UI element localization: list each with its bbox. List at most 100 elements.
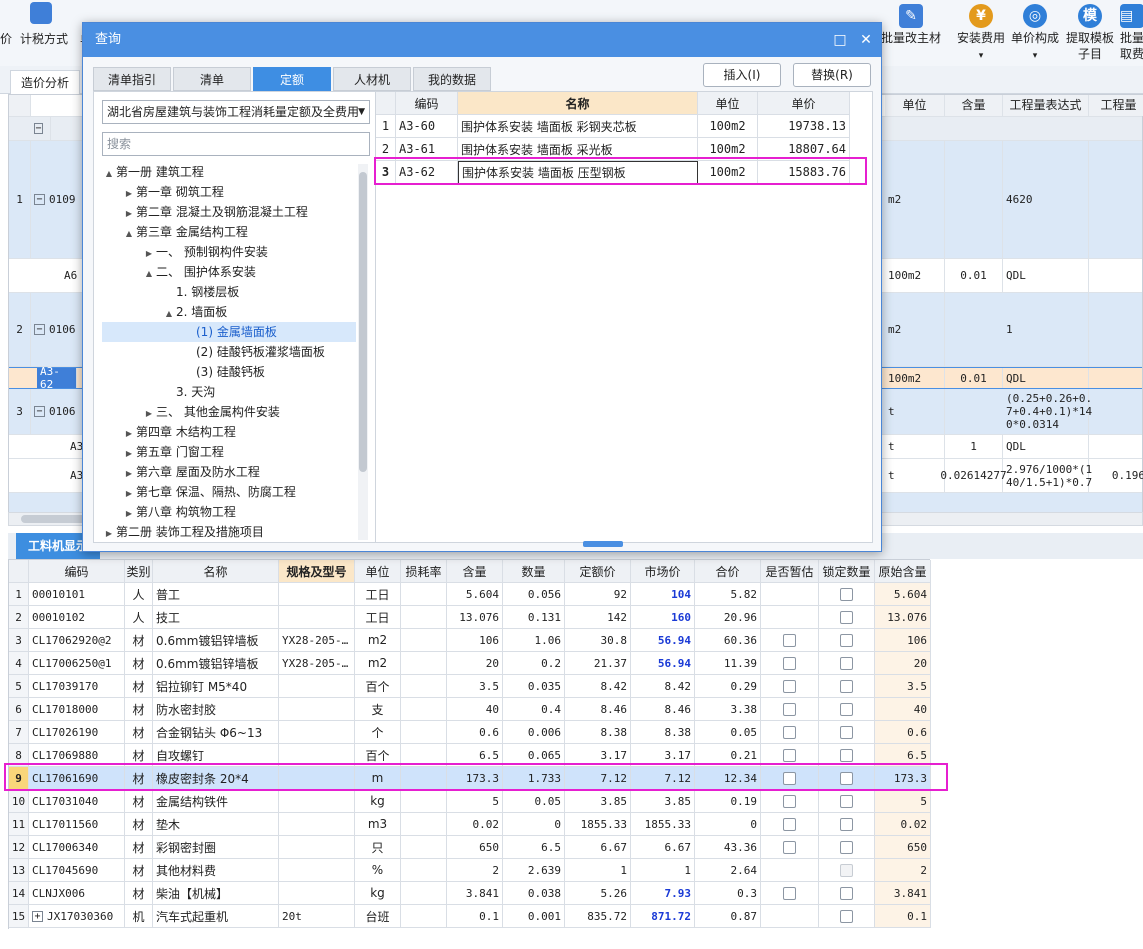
cell-spec[interactable]: [279, 721, 355, 744]
search-input[interactable]: 搜索: [102, 132, 370, 156]
table-row[interactable]: 7 CL17026190 材合金钢钻头 Φ6~13 个 0.6 0.006 8.38 8.38…: [9, 721, 931, 744]
lock-checkbox-cell[interactable]: [819, 652, 875, 675]
cell-market[interactable]: 56.94: [631, 652, 695, 675]
provisional-checkbox-cell[interactable]: [761, 606, 819, 629]
cell-market[interactable]: 1: [631, 859, 695, 882]
expand-icon[interactable]: ▶: [142, 244, 156, 264]
tree-node[interactable]: ▶ 第四章 木结构工程: [102, 422, 356, 442]
cell-market[interactable]: 6.67: [631, 836, 695, 859]
tab-bill-guide[interactable]: 清单指引: [93, 67, 171, 91]
col-content[interactable]: 含量: [447, 560, 503, 583]
table-row[interactable]: 1 00010101 人普工 工日 5.604 0.056 92 104 5.82 5.604: [9, 583, 931, 606]
extract-template-button[interactable]: 模 提取模板 子目: [1064, 0, 1116, 64]
cell-spec[interactable]: [279, 813, 355, 836]
cell-market[interactable]: 160: [631, 606, 695, 629]
col-name[interactable]: 名称: [153, 560, 279, 583]
pane-splitter-handle[interactable]: [583, 541, 623, 547]
table-row[interactable]: 10 CL17031040 材金属结构铁件 kg 5 0.05 3.85 3.85 0.19 5: [9, 790, 931, 813]
tab-bill[interactable]: 清单: [173, 67, 251, 91]
lock-quantity-checkbox[interactable]: [840, 886, 853, 900]
expand-icon[interactable]: ▶: [122, 504, 136, 524]
tab-labor-material[interactable]: 人材机: [333, 67, 411, 91]
tree-node[interactable]: 3. 天沟: [102, 382, 356, 402]
col-quantity[interactable]: 数量: [503, 560, 565, 583]
tree-node[interactable]: ▲ 第一册 建筑工程: [102, 162, 356, 182]
collapse-icon[interactable]: −: [34, 324, 45, 335]
provisional-checkbox[interactable]: [783, 725, 796, 739]
provisional-checkbox-cell[interactable]: [761, 629, 819, 652]
provisional-checkbox-cell[interactable]: [761, 836, 819, 859]
tree-node[interactable]: ▶ 三、 其他金属构件安装: [102, 402, 356, 422]
cell-market[interactable]: 56.94: [631, 629, 695, 652]
cell-market[interactable]: 3.85: [631, 790, 695, 813]
provisional-checkbox-cell[interactable]: [761, 859, 819, 882]
tree-node[interactable]: ▶ 第七章 保温、隔热、防腐工程: [102, 482, 356, 502]
cell-spec[interactable]: [279, 675, 355, 698]
table-row[interactable]: 9 CL17061690 材橡皮密封条 20*4 m 173.3 1.733 7.12 7.1…: [9, 767, 931, 790]
cell-market[interactable]: 8.38: [631, 721, 695, 744]
col-market-price[interactable]: 市场价: [631, 560, 695, 583]
tree-node[interactable]: ▶ 第八章 构筑物工程: [102, 502, 356, 522]
col-quantity[interactable]: 含量: [945, 95, 1003, 116]
table-row[interactable]: 11 CL17011560 材垫木 m3 0.02 0 1855.33 1855.33 0 0.0…: [9, 813, 931, 836]
toolbar-item-price[interactable]: 价: [0, 30, 12, 47]
col-total[interactable]: 合价: [695, 560, 761, 583]
expand-icon[interactable]: ▶: [102, 524, 116, 542]
provisional-checkbox-cell[interactable]: [761, 583, 819, 606]
cell-spec[interactable]: YX28-205-…: [279, 652, 355, 675]
col-spec[interactable]: 规格及型号: [279, 560, 355, 583]
cell-spec[interactable]: [279, 882, 355, 905]
tree-node[interactable]: ▲ 2. 墙面板: [102, 302, 356, 322]
tree-node[interactable]: ▶ 第五章 门窗工程: [102, 442, 356, 462]
collapse-icon[interactable]: −: [34, 194, 45, 205]
tree-node[interactable]: ▶ 第一章 砌筑工程: [102, 182, 356, 202]
tab-my-data[interactable]: 我的数据: [413, 67, 491, 91]
provisional-checkbox-cell[interactable]: [761, 767, 819, 790]
provisional-checkbox[interactable]: [783, 886, 796, 900]
table-row[interactable]: 1 A3-60 围护体系安装 墙面板 彩钢夹芯板 100m2 19738.13: [376, 115, 850, 138]
cell-market[interactable]: 7.12: [631, 767, 695, 790]
batch-fee-button[interactable]: ▤ 批量 取费: [1120, 0, 1143, 64]
lock-checkbox-cell[interactable]: [819, 606, 875, 629]
cell-spec[interactable]: [279, 698, 355, 721]
lock-checkbox-cell[interactable]: [819, 675, 875, 698]
lock-checkbox-cell[interactable]: [819, 790, 875, 813]
close-icon[interactable]: ✕: [853, 23, 879, 57]
collapse-icon[interactable]: −: [34, 123, 43, 134]
cell-market[interactable]: 7.93: [631, 882, 695, 905]
replace-button[interactable]: 替换(R): [793, 63, 871, 87]
table-row[interactable]: 14 CLNJX006 材柴油【机械】 kg 3.841 0.038 5.26 7.93 0.3…: [9, 882, 931, 905]
tab-cost-analysis[interactable]: 造价分析: [10, 70, 81, 94]
expand-icon[interactable]: ▶: [142, 404, 156, 424]
provisional-checkbox-cell[interactable]: [761, 652, 819, 675]
provisional-checkbox[interactable]: [783, 840, 796, 854]
col-type[interactable]: 类别: [125, 560, 153, 583]
lock-checkbox-cell[interactable]: [819, 882, 875, 905]
expand-icon[interactable]: ▶: [122, 444, 136, 464]
provisional-checkbox-cell[interactable]: [761, 744, 819, 767]
tree-node[interactable]: (1) 金属墙面板: [102, 322, 356, 342]
lock-quantity-checkbox[interactable]: [840, 610, 853, 624]
lock-quantity-checkbox[interactable]: [840, 587, 853, 601]
col-original-content[interactable]: 原始含量: [875, 560, 931, 583]
col-name[interactable]: 名称: [458, 92, 698, 115]
lock-checkbox-cell[interactable]: [819, 836, 875, 859]
scrollbar-thumb[interactable]: [359, 172, 367, 472]
table-row[interactable]: 3 CL17062920@2 材 0.6mm镀铝锌墙板 YX28-205-… m2 106 1…: [9, 629, 931, 652]
provisional-checkbox[interactable]: [783, 702, 796, 716]
cell-spec[interactable]: [279, 606, 355, 629]
dialog-titlebar[interactable]: 查询 □ ✕: [83, 23, 881, 57]
lock-quantity-checkbox[interactable]: [840, 840, 853, 854]
tree-node[interactable]: ▲ 第三章 金属结构工程: [102, 222, 356, 242]
collapse-icon[interactable]: ▲: [122, 224, 136, 244]
calc-icon[interactable]: [30, 2, 52, 24]
cell-spec[interactable]: [279, 859, 355, 882]
table-row[interactable]: 4 CL17006250@1 材 0.6mm镀铝锌墙板 YX28-205-… m2 20 0.…: [9, 652, 931, 675]
tree-node[interactable]: (2) 硅酸钙板灌浆墙面板: [102, 342, 356, 362]
chevron-down-icon[interactable]: ▼: [358, 101, 365, 123]
collapse-icon[interactable]: ▲: [102, 164, 116, 184]
lock-quantity-checkbox[interactable]: [840, 794, 853, 808]
lock-quantity-checkbox[interactable]: [840, 771, 853, 785]
cell-spec[interactable]: [279, 767, 355, 790]
provisional-checkbox-cell[interactable]: [761, 675, 819, 698]
